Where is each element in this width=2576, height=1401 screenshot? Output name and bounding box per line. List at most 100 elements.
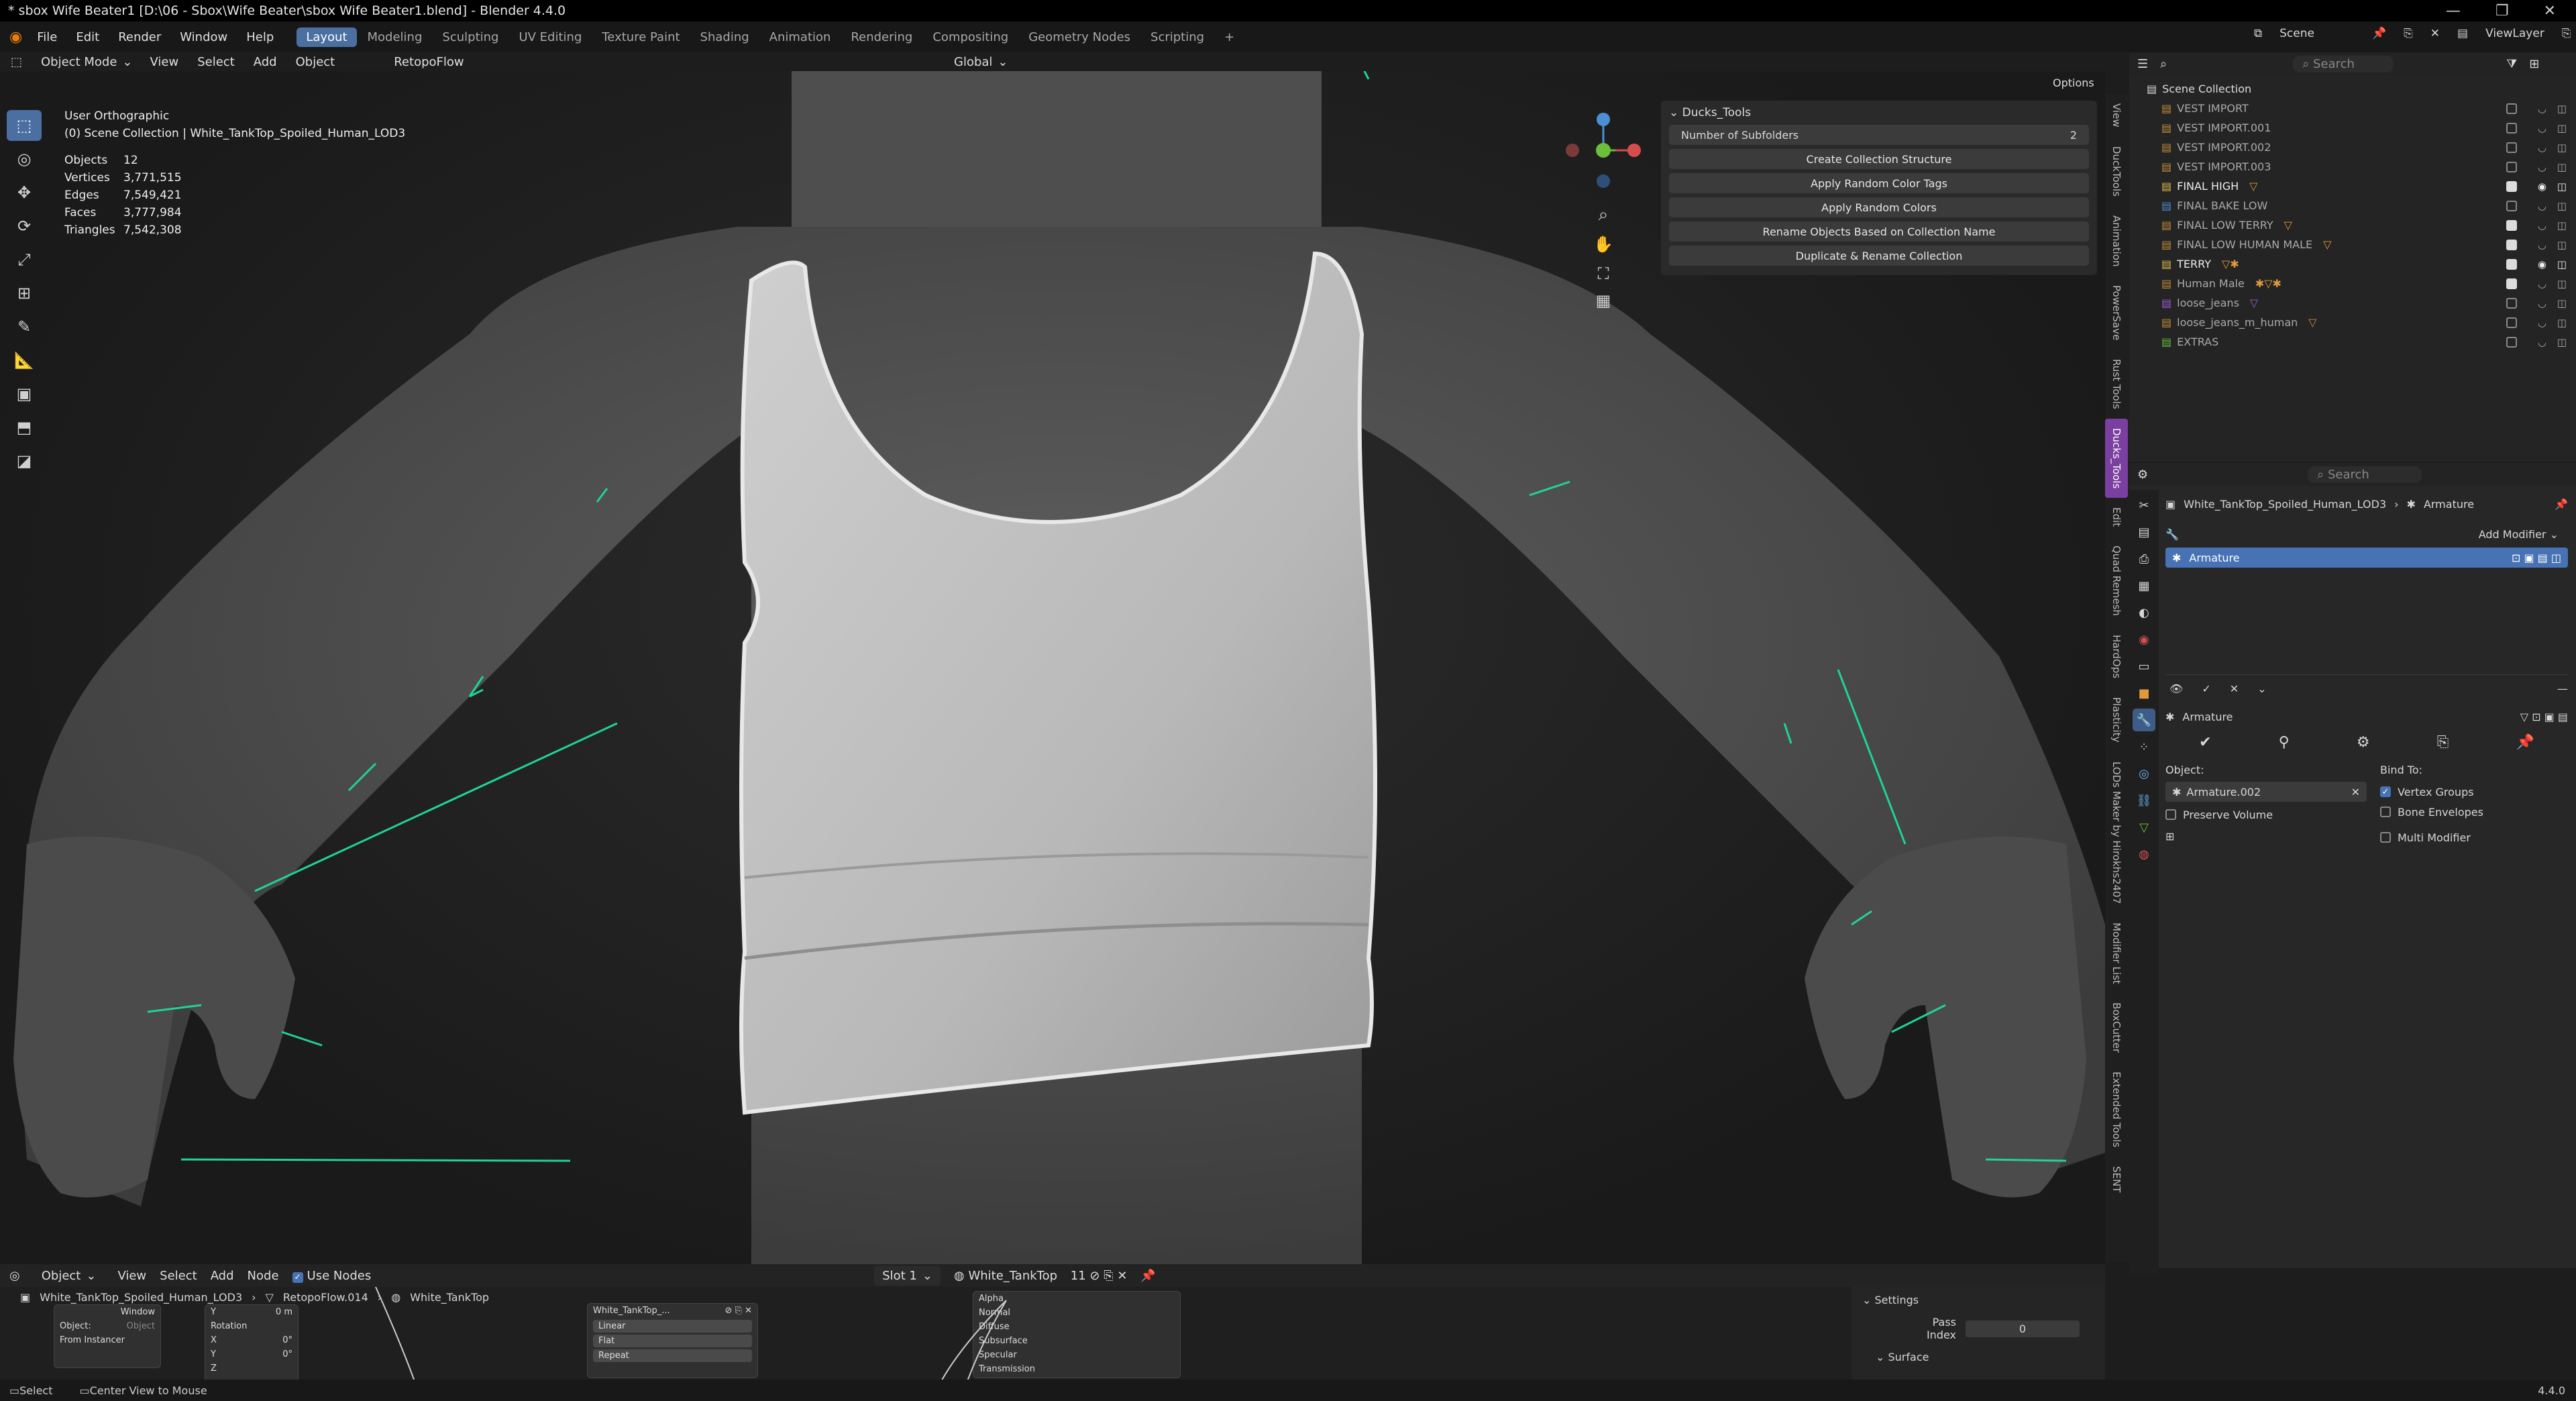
remove-icon[interactable]: ✕ [2230,682,2239,695]
exclude-checkbox[interactable] [2506,103,2517,114]
cursor-tool-icon[interactable]: ◎ [7,144,42,174]
measure-tool-icon[interactable]: 📐 [7,345,42,376]
filter-icon[interactable]: ⧩ [2506,57,2517,71]
maximize-icon[interactable]: ❐ [2496,3,2509,19]
retopoflow-menu[interactable]: RetopoFlow [384,55,473,69]
render-camera-icon[interactable]: ◫ [2557,278,2567,290]
tab-modifier-list[interactable]: Modifier List [2105,913,2128,994]
object-field[interactable]: ✱ Armature.002 ✕ [2165,782,2367,802]
outliner-row[interactable]: ▤ EXTRAS ◡ ◫ [2147,332,2576,352]
outliner-editor-icon[interactable]: ☰ [2137,57,2148,71]
navigation-gizmo[interactable]: ⌕ ✋ ⛶ ▦ [1556,107,1650,310]
outliner-row[interactable]: ▤ FINAL LOW HUMAN MALE ▽ ◡ ◫ [2147,235,2576,254]
bone-envelopes-checkbox[interactable] [2380,807,2391,817]
menu-help[interactable]: Help [237,30,283,44]
tab-plasticity[interactable]: Plasticity [2105,688,2128,751]
apply-icon[interactable]: ✓ [2202,682,2210,695]
shader-editor-icon[interactable]: ◎ [9,1269,20,1283]
modifier-visibility-icons[interactable]: ⊡ ▣ ▤ ◫ [2512,552,2561,564]
new-scene-icon[interactable]: ⎘ [2404,27,2413,40]
tab-sent[interactable]: SENT [2105,1157,2128,1202]
mode-dropdown[interactable]: Object Mode ⌄ [33,52,140,72]
tab-rust-tools[interactable]: Rust Tools [2105,350,2128,419]
minimize-icon[interactable]: — [2446,3,2461,19]
render-tab-icon[interactable]: ▤ [2133,521,2155,543]
use-nodes-checkbox[interactable]: ✓ [292,1272,303,1283]
exclude-checkbox[interactable] [2506,180,2517,192]
tab-geometry-nodes[interactable]: Geometry Nodes [1019,28,1140,47]
pin-action-icon[interactable]: 📌 [2516,734,2534,751]
collapse-chevron-icon[interactable]: ⌄ [1669,106,1682,119]
vertex-groups-checkbox[interactable]: ✓ [2380,786,2391,797]
outliner-row[interactable]: ▤ VEST IMPORT ◡ ◫ [2147,99,2576,118]
use-nodes-toggle[interactable]: ✓ Use Nodes [292,1269,371,1283]
settings-section-header[interactable]: ⌄ Settings [1862,1294,2094,1306]
outliner-search[interactable]: ⌕ Search [2293,55,2394,72]
new-collection-icon[interactable]: ⊞ [2529,57,2539,71]
render-camera-icon[interactable]: ◫ [2557,161,2567,173]
annotate-tool-icon[interactable]: ✎ [7,311,42,342]
tab-boxcutter[interactable]: BoxCutter [2105,993,2128,1062]
properties-search[interactable]: ⌕ Search [2308,466,2422,483]
properties-editor-icon[interactable]: ⚙ [2137,468,2148,482]
tab-animation[interactable]: Animation [760,28,841,47]
eye-closed-icon[interactable]: ◡ [2538,161,2546,173]
scene-name[interactable]: Scene [2279,27,2314,40]
menu-add-bottom[interactable]: Add [211,1269,234,1283]
eye-closed-icon[interactable]: ◡ [2538,219,2546,231]
eye-closed-icon[interactable]: ◡ [2538,278,2546,290]
tab-animation-side[interactable]: Animation [2105,206,2128,276]
pass-index-field[interactable]: 0 [1966,1320,2080,1337]
output-tab-icon[interactable]: ⎙ [2133,548,2155,570]
tab-lods-maker[interactable]: LODs Maker by Hirokhs2407 [2105,752,2128,913]
bone-icon[interactable]: ⚲ [2279,734,2290,751]
exclude-checkbox[interactable] [2506,219,2517,231]
eye-closed-icon[interactable]: ◡ [2538,142,2546,154]
add-workspace-icon[interactable]: + [1215,28,1244,47]
options-button[interactable]: Options [2053,76,2094,89]
tab-ducktools[interactable]: DuckTools [2105,137,2128,206]
menu-select-bottom[interactable]: Select [160,1269,197,1283]
menu-view[interactable]: View [141,55,189,69]
outliner-row[interactable]: ▤ loose_jeans ▽ ◡ ◫ [2147,293,2576,313]
slot-dropdown[interactable]: Slot 1 ⌄ [874,1265,941,1286]
rotate-tool-icon[interactable]: ⟳ [7,211,42,242]
render-camera-icon[interactable]: ◫ [2557,239,2567,251]
exclude-checkbox[interactable] [2506,278,2517,289]
eye-closed-icon[interactable]: ◡ [2538,103,2546,115]
preserve-volume-checkbox[interactable] [2165,809,2176,820]
box-cutter-tool-icon[interactable]: ◪ [7,446,42,476]
eye-icon[interactable]: ◉ [2538,258,2546,270]
tool-tab-icon[interactable]: ✂ [2133,494,2155,517]
render-camera-icon[interactable]: ◫ [2557,258,2567,270]
eye-closed-icon[interactable]: ◡ [2538,122,2546,134]
add-modifier-button[interactable]: Add Modifier ⌄ [2469,525,2568,543]
eye-closed-icon[interactable]: ◡ [2538,297,2546,309]
tab-texture-paint[interactable]: Texture Paint [592,28,689,47]
tab-hardops[interactable]: HardOps [2105,625,2128,688]
tab-ducks-tools[interactable]: Ducks_Tools [2105,418,2128,499]
outliner-row[interactable]: ▤ TERRY ▽✱ ◉ ◫ [2147,254,2576,274]
transform-tool-icon[interactable]: ⊞ [7,278,42,309]
outliner-row[interactable]: ▤ loose_jeans_m_human ▽ ◡ ◫ [2147,313,2576,332]
particles-tab-icon[interactable]: ⁘ [2133,735,2155,758]
shader-type-dropdown[interactable]: Object ⌄ [34,1266,105,1286]
outliner-row[interactable]: ▤ FINAL HIGH ▽ ◉ ◫ [2147,176,2576,196]
add-cube-tool-icon[interactable]: ▣ [7,378,42,409]
vertex-groups-row[interactable]: ✓ Vertex Groups [2380,782,2568,802]
shader-editor[interactable]: ◎ Object ⌄ View Select Add Node ✓ Use Nod… [0,1264,2105,1385]
modifier-list-item[interactable]: ✱ Armature ⊡ ▣ ▤ ◫ [2165,548,2568,568]
eye-closed-icon[interactable]: ◡ [2538,317,2546,329]
pin-icon[interactable]: 📌 [2372,27,2386,40]
exclude-checkbox[interactable] [2506,336,2517,348]
exclude-checkbox[interactable] [2506,297,2517,309]
scale-tool-icon[interactable]: ⤢ [7,244,42,275]
apply-random-colors-button[interactable]: Apply Random Colors [1669,197,2089,217]
copy-icon[interactable]: ⎘ [2437,734,2449,751]
menu-select[interactable]: Select [188,55,244,69]
multi-modifier-row[interactable]: Multi Modifier [2380,827,2568,847]
outliner-row[interactable]: ▤ FINAL LOW TERRY ▽ ◡ ◫ [2147,215,2576,235]
exclude-checkbox[interactable] [2506,200,2517,211]
tab-powersave[interactable]: PowerSave [2105,276,2128,350]
eye-closed-icon[interactable]: ◡ [2538,239,2546,251]
